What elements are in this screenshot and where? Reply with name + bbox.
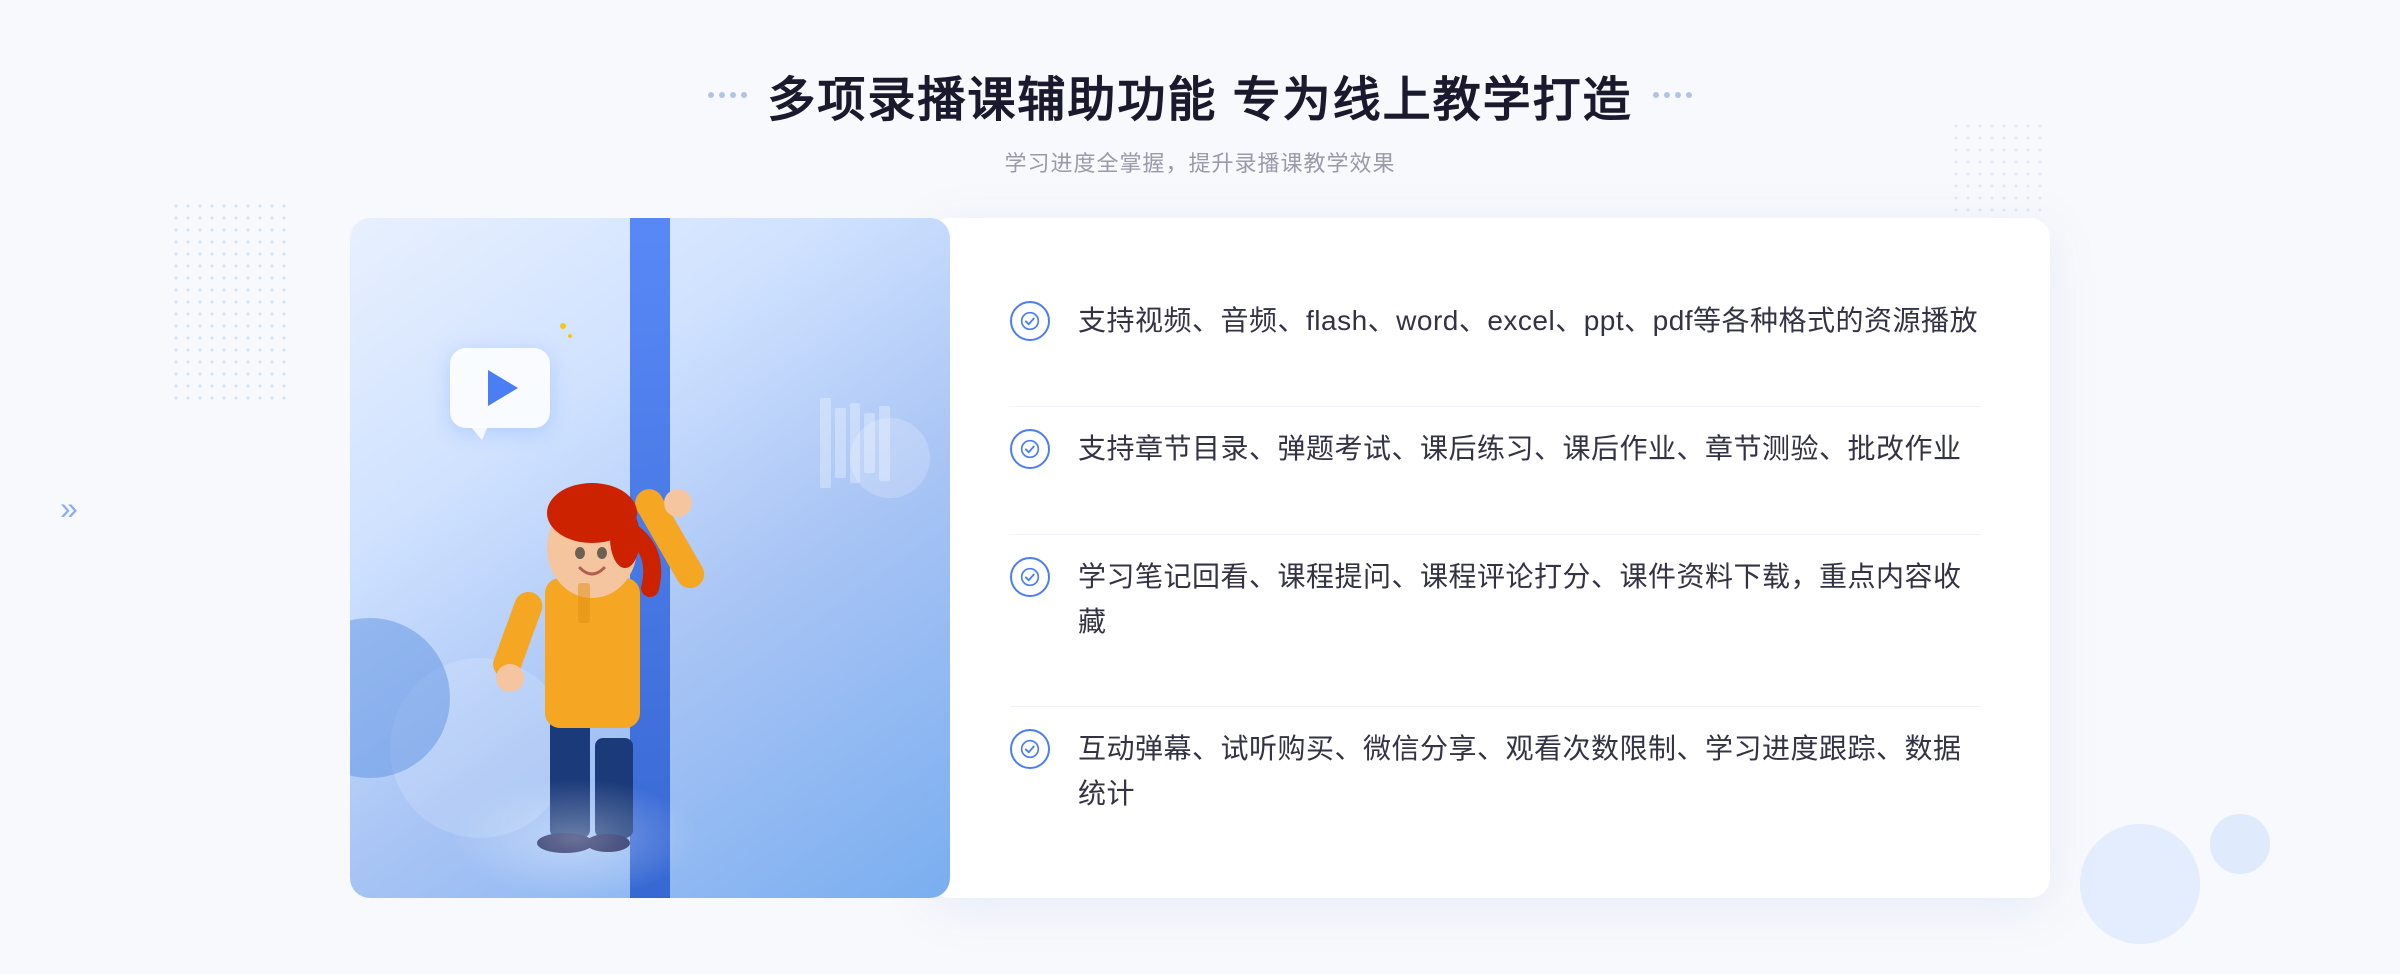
feature-text-4: 互动弹幕、试听购买、微信分享、观看次数限制、学习进度跟踪、数据统计 (1078, 727, 1980, 817)
page-title: 多项录播课辅助功能 专为线上教学打造 (767, 60, 1632, 130)
bg-dots-left (170, 200, 290, 400)
feature-item-2: 支持章节目录、弹题考试、课后练习、课后作业、章节测验、批改作业 (1010, 406, 1980, 492)
feature-text-1: 支持视频、音频、flash、word、excel、ppt、pdf等各种格式的资源… (1078, 299, 1978, 344)
deco-circle-page-2 (2210, 814, 2270, 874)
features-card: 支持视频、音频、flash、word、excel、ppt、pdf等各种格式的资源… (930, 218, 2050, 898)
feature-item-4: 互动弹幕、试听购买、微信分享、观看次数限制、学习进度跟踪、数据统计 (1010, 706, 1980, 837)
left-arrow-decoration: » (60, 490, 78, 527)
check-icon-2 (1010, 429, 1050, 469)
page-container: » 多项录播课辅助功能 专为线上教学打造 学习进度全掌握，提升录播课教学效果 (0, 0, 2400, 974)
sparkle-decoration (560, 323, 572, 338)
check-icon-3 (1010, 557, 1050, 597)
deco-circle-page (2080, 824, 2200, 944)
page-subtitle: 学习进度全掌握，提升录播课教学效果 (708, 146, 1691, 178)
feature-text-2: 支持章节目录、弹题考试、课后练习、课后作业、章节测验、批改作业 (1078, 427, 1962, 472)
feature-item-3: 学习笔记回看、课程提问、课程评论打分、课件资料下载，重点内容收藏 (1010, 534, 1980, 665)
header-section: 多项录播课辅助功能 专为线上教学打造 学习进度全掌握，提升录播课教学效果 (708, 0, 1691, 178)
illustration-card (350, 218, 950, 898)
main-content: 支持视频、音频、flash、word、excel、ppt、pdf等各种格式的资源… (350, 218, 2050, 898)
check-icon-4 (1010, 729, 1050, 769)
title-dots-left (708, 92, 747, 98)
deco-circle-small (850, 418, 930, 498)
title-row: 多项录播课辅助功能 专为线上教学打造 (708, 60, 1691, 130)
light-beam (450, 778, 700, 898)
check-icon-1 (1010, 301, 1050, 341)
feature-text-3: 学习笔记回看、课程提问、课程评论打分、课件资料下载，重点内容收藏 (1078, 555, 1980, 645)
feature-item-1: 支持视频、音频、flash、word、excel、ppt、pdf等各种格式的资源… (1010, 279, 1980, 364)
title-dots-right (1653, 92, 1692, 98)
